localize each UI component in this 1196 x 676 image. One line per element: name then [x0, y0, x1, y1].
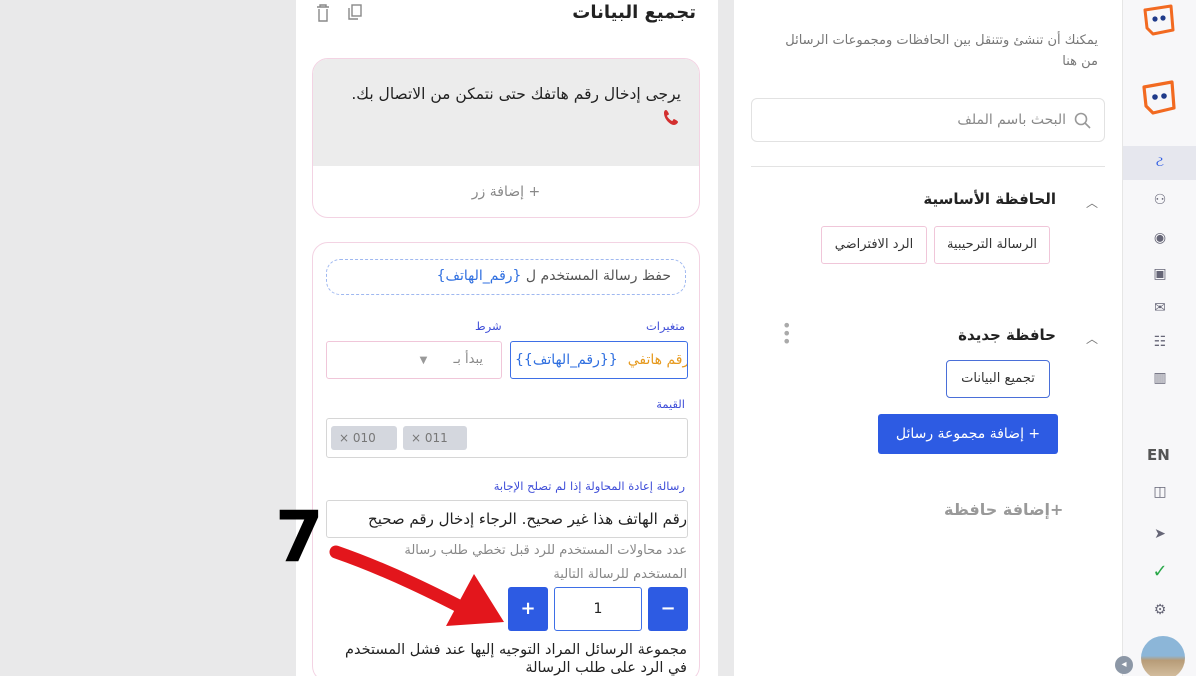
settings-icon[interactable]: ⚙: [1150, 600, 1170, 620]
chip-text: 010: [352, 431, 376, 445]
variable-value: {{رقم_الهاتف}}: [515, 352, 618, 368]
condition-value: يبدأ بـ: [453, 352, 483, 367]
add-folder-link[interactable]: +إضافة حافظة: [944, 500, 1063, 519]
save-response-prefix: حفظ رسالة المستخدم ل: [525, 268, 671, 284]
attempts-stepper[interactable]: 1: [554, 587, 642, 631]
chip-remove-icon[interactable]: ×: [411, 431, 421, 445]
message-text: يرجى إدخال رقم هاتفك حتى نتمكن من الاتصا…: [341, 81, 681, 133]
text-message-card[interactable]: يرجى إدخال رقم هاتفك حتى نتمكن من الاتصا…: [312, 58, 700, 218]
variable-select[interactable]: {{رقم_الهاتف}} رقم هاتفي: [510, 341, 688, 379]
decrement-button[interactable]: −: [648, 587, 688, 631]
bot-avatar-icon[interactable]: [1139, 78, 1177, 115]
condition-label: شرط: [475, 319, 502, 333]
chip-remove-icon[interactable]: ×: [339, 431, 349, 445]
chevron-up-icon[interactable]: ︿: [1086, 330, 1098, 347]
side-navigation: ટ ⚇ ◉ ▣ ✉ ☷ ▥ EN ◫ ➤ ✓ ⚙ ◂: [1115, 0, 1196, 676]
folder-title-main[interactable]: الحافظة الأساسية: [923, 190, 1056, 208]
value-chip[interactable]: × 011: [403, 426, 467, 450]
user-avatar[interactable]: [1141, 636, 1185, 676]
value-label: القيمة: [656, 397, 685, 411]
trash-icon[interactable]: [316, 4, 332, 22]
contacts-icon[interactable]: ▣: [1150, 264, 1170, 284]
folders-panel: يمكنك أن تنشئ وتتنقل بين الحافظات ومجموع…: [734, 0, 1122, 676]
chevron-up-icon[interactable]: ︿: [1086, 194, 1098, 211]
value-input[interactable]: × 010 × 011: [326, 418, 688, 458]
search-icon: [1074, 112, 1091, 129]
message-group-default[interactable]: الرد الافتراضي: [821, 226, 927, 264]
analytics-icon[interactable]: ▥: [1150, 368, 1170, 388]
language-toggle[interactable]: EN: [1147, 446, 1170, 464]
retry-label: رسالة إعادة المحاولة إذا لم تصلح الإجابة: [493, 479, 685, 493]
divider: [751, 166, 1105, 167]
brand-logo-icon[interactable]: [1139, 2, 1177, 38]
send-icon[interactable]: ➤: [1150, 524, 1170, 544]
step-number-annotation: 7: [275, 496, 324, 578]
flow-icon[interactable]: ટ: [1150, 152, 1170, 172]
phone-icon: [663, 107, 681, 133]
more-options-icon[interactable]: • • •: [782, 318, 791, 350]
folders-intro: يمكنك أن تنشئ وتتنقل بين الحافظات ومجموع…: [785, 33, 1098, 69]
save-response-chip[interactable]: حفظ رسالة المستخدم ل {رقم_الهاتف}: [326, 259, 686, 295]
condition-select[interactable]: يبدأ بـ ▼: [326, 341, 502, 379]
variable-hint: رقم هاتفي: [627, 352, 688, 368]
mail-icon[interactable]: ✉: [1150, 298, 1170, 318]
save-response-token: {رقم_الهاتف}: [436, 268, 522, 284]
forms-icon[interactable]: ☷: [1150, 332, 1170, 352]
annotation-arrow-icon: [329, 545, 504, 626]
add-message-group-button[interactable]: + إضافة مجموعة رسائل: [878, 414, 1058, 454]
fail-redirect-label: مجموعة الرسائل المراد التوجيه إليها عند …: [345, 642, 687, 676]
brain-icon[interactable]: ⚇: [1150, 190, 1170, 210]
page-title: تجميع البيانات: [572, 2, 696, 23]
chevron-down-icon: ▼: [419, 355, 428, 366]
collapse-icon[interactable]: ◂: [1115, 656, 1133, 674]
folder-title-new[interactable]: حافظة جديدة: [958, 326, 1056, 344]
add-button-row[interactable]: + إضافة زر: [313, 167, 699, 217]
variables-label: متغيرات: [645, 319, 685, 333]
chip-text: 011: [424, 431, 448, 445]
search-input[interactable]: البحث باسم الملف: [751, 98, 1105, 142]
message-group-data-collection[interactable]: تجميع البيانات: [946, 360, 1050, 398]
copy-icon[interactable]: [348, 4, 364, 22]
message-group-welcome[interactable]: الرسالة الترحيبية: [934, 226, 1050, 264]
retry-message-input[interactable]: رقم الهاتف هذا غير صحيح. الرجاء إدخال رق…: [326, 500, 688, 538]
wallet-icon[interactable]: ◫: [1150, 482, 1170, 502]
broadcast-icon[interactable]: ◉: [1150, 228, 1170, 248]
value-chip[interactable]: × 010: [331, 426, 397, 450]
check-icon[interactable]: ✓: [1150, 562, 1170, 582]
message-body[interactable]: يرجى إدخال رقم هاتفك حتى نتمكن من الاتصا…: [313, 59, 699, 166]
